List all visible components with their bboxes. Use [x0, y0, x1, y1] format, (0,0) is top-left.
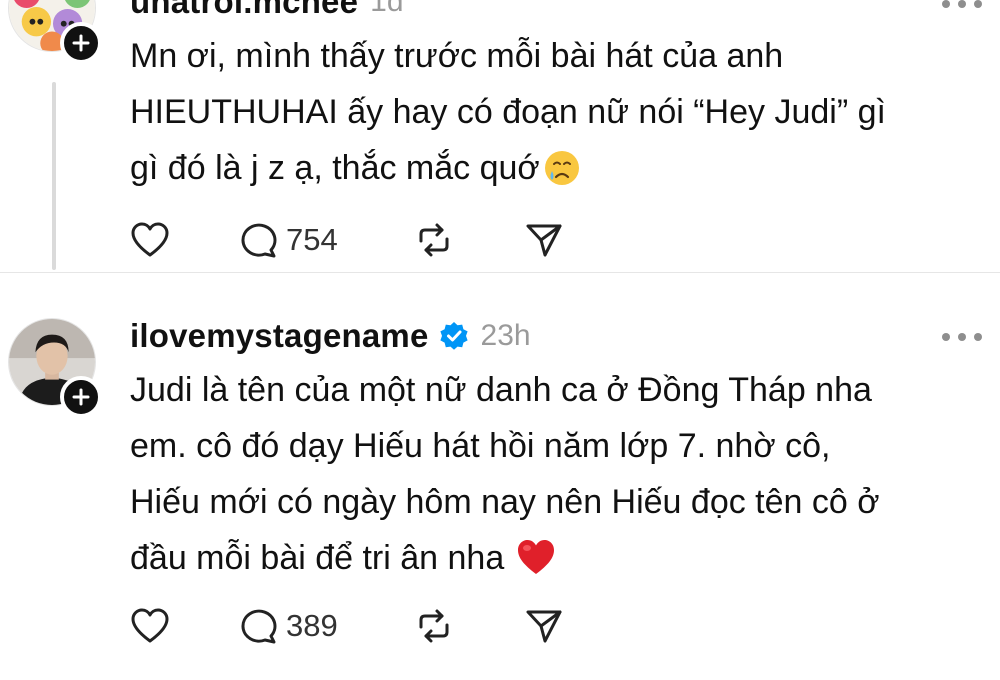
repost-button[interactable] — [414, 218, 524, 262]
more-options-button[interactable] — [942, 331, 982, 343]
post-actions: 754 — [130, 218, 584, 262]
thread-post: unatroi.mchee 1d Mn ơi, mình thấy trước … — [0, 0, 1000, 284]
comment-count: 754 — [286, 222, 338, 257]
post-text-line: Mn ơi, mình thấy trước mỗi bài hát của a… — [130, 37, 784, 75]
red-heart-emoji — [516, 537, 556, 577]
like-button[interactable] — [130, 604, 238, 648]
heart-outline-icon — [131, 608, 169, 643]
post-text-line: em. cô đó dạy Hiếu hát hồi năm lớp 7. nh… — [130, 427, 831, 465]
crying-face-emoji — [542, 147, 582, 187]
repost-icon — [419, 223, 449, 257]
post-actions: 389 — [130, 604, 584, 648]
share-button[interactable] — [524, 218, 584, 262]
thread-post: ilovemystagename 23h Judi là tên của một… — [0, 298, 1000, 680]
more-options-button[interactable] — [942, 0, 982, 10]
verified-badge-icon — [439, 321, 469, 351]
more-dots-icon — [942, 0, 950, 8]
send-icon — [526, 610, 562, 643]
follow-button[interactable] — [60, 376, 102, 418]
like-button[interactable] — [130, 218, 238, 262]
comment-bubble-icon — [241, 223, 277, 258]
username-link[interactable]: unatroi.mchee — [130, 0, 358, 21]
plus-icon — [72, 34, 90, 52]
share-button[interactable] — [524, 604, 584, 648]
post-header: ilovemystagename 23h — [130, 314, 531, 358]
post-body: Judi là tên của một nữ danh ca ở Đồng Th… — [130, 362, 972, 586]
post-divider — [0, 272, 1000, 273]
heart-outline-icon — [131, 222, 169, 257]
plus-icon — [72, 388, 90, 406]
post-time: 1d — [370, 0, 404, 18]
username-link[interactable]: ilovemystagename — [130, 317, 429, 355]
post-text-line: gì đó là j z ạ, thắc mắc quớ — [130, 140, 972, 196]
more-dots-icon — [942, 333, 950, 341]
post-header: unatroi.mchee 1d — [130, 0, 404, 24]
thread-connector-line — [52, 82, 56, 270]
repost-button[interactable] — [414, 604, 524, 648]
repost-icon — [419, 609, 449, 643]
comment-count: 389 — [286, 608, 338, 643]
comment-bubble-icon — [241, 609, 277, 644]
follow-button[interactable] — [60, 22, 102, 64]
comment-button[interactable]: 754 — [238, 218, 414, 262]
post-body: Mn ơi, mình thấy trước mỗi bài hát của a… — [130, 28, 972, 196]
post-text-line: Judi là tên của một nữ danh ca ở Đồng Th… — [130, 371, 872, 409]
post-text-line: Hiếu mới có ngày hôm nay nên Hiếu đọc tê… — [130, 483, 880, 521]
avatar-container[interactable] — [8, 318, 102, 418]
post-text-line: HIEUTHUHAI ấy hay có đoạn nữ nói “Hey Ju… — [130, 93, 886, 131]
avatar-container[interactable] — [8, 0, 102, 64]
send-icon — [526, 224, 562, 257]
post-text-line: đầu mỗi bài để tri ân nha — [130, 530, 972, 586]
post-time: 23h — [480, 319, 531, 352]
comment-button[interactable]: 389 — [238, 604, 414, 648]
